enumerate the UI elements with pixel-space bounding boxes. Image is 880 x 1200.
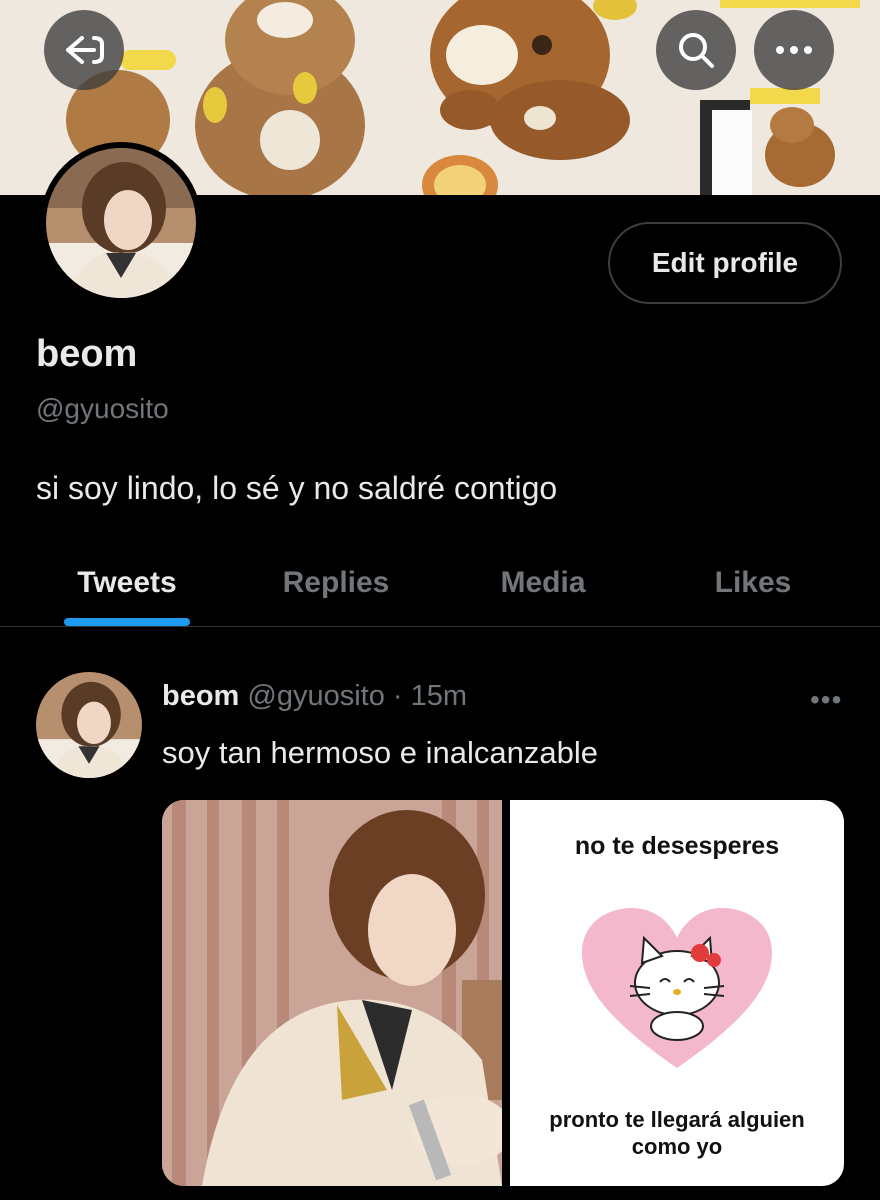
edit-profile-button[interactable]: Edit profile	[608, 222, 842, 304]
profile-bio: si soy lindo, lo sé y no saldré contigo	[36, 470, 558, 506]
profile-handle: @gyuosito	[36, 393, 169, 424]
more-options-button[interactable]	[754, 10, 834, 90]
active-tab-indicator	[64, 618, 190, 626]
tab-replies[interactable]: Replies	[234, 540, 438, 626]
profile-avatar[interactable]	[40, 142, 202, 304]
tweet-separator: ·	[392, 680, 403, 712]
tweet-photo[interactable]	[162, 800, 502, 1186]
hello-kitty-heart-icon	[582, 908, 772, 1068]
profile-name: beom	[36, 333, 138, 375]
meme-bottom-line-1: pronto te llegará alguien	[549, 1107, 805, 1132]
avatar-image	[46, 148, 196, 298]
tweet-media[interactable]: no te desesperes pronto te llegará algui…	[162, 800, 844, 1186]
meme-bottom-line-2: como yo	[631, 1134, 723, 1159]
tweet-more-icon[interactable]: •••	[810, 684, 842, 716]
tab-likes[interactable]: Likes	[648, 540, 858, 626]
tweet-author-handle[interactable]: @gyuosito	[247, 680, 384, 712]
tab-tweets[interactable]: Tweets	[20, 540, 234, 626]
tweet-text: soy tan hermoso e inalcanzable	[162, 735, 598, 770]
tweet-avatar[interactable]	[36, 672, 142, 778]
back-arrow-icon	[66, 36, 104, 64]
tweet-meme-image[interactable]: no te desesperes pronto te llegará algui…	[510, 800, 844, 1186]
meme-top-text: no te desesperes	[574, 832, 780, 860]
back-button[interactable]	[44, 10, 124, 90]
more-icon	[776, 46, 812, 54]
profile-tabs: Tweets Replies Media Likes	[0, 540, 880, 627]
tweet-author-name[interactable]: beom	[162, 680, 239, 712]
search-button[interactable]	[656, 10, 736, 90]
tweet-header: beom @gyuosito · 15m	[162, 680, 467, 713]
photo-image	[162, 800, 502, 1186]
search-icon	[679, 33, 714, 68]
tab-media[interactable]: Media	[438, 540, 648, 626]
meme-bottom-text: pronto te llegará alguien como yo	[510, 1106, 844, 1160]
tweet-avatar-image	[36, 672, 142, 778]
tweet-timestamp[interactable]: 15m	[411, 680, 467, 712]
